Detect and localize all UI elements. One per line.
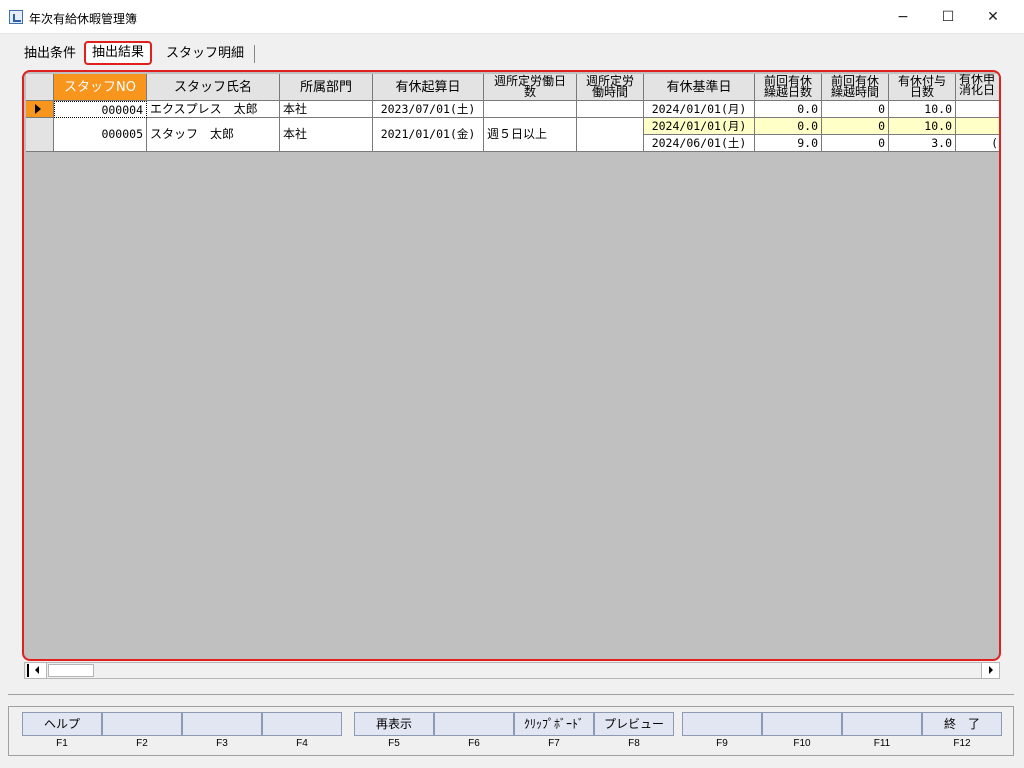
cell-grant-days[interactable]: 3.0	[889, 135, 956, 152]
f6-button[interactable]	[434, 712, 514, 736]
tab-extraction-results[interactable]: 抽出結果	[84, 41, 153, 65]
f9-button[interactable]	[682, 712, 762, 736]
column-header-carry-hours[interactable]: 前回有休 繰越時間	[822, 74, 889, 101]
cell-base-date[interactable]: 2024/06/01(土)	[644, 135, 755, 152]
f12-exit-button[interactable]: 終 了	[922, 712, 1002, 736]
function-key-bar: ヘルプ 再表示 ｸﾘｯﾌﾟﾎﾞｰﾄﾞ プレビュー 終 了	[22, 712, 1002, 736]
maximize-button[interactable]: ☐	[925, 0, 971, 34]
cell-base-date[interactable]: 2024/01/01(月)	[644, 101, 755, 118]
column-header-department[interactable]: 所属部門	[280, 74, 373, 101]
cell-carry-days[interactable]: 9.0	[755, 135, 822, 152]
f10-button[interactable]	[762, 712, 842, 736]
f1-help-button[interactable]: ヘルプ	[22, 712, 102, 736]
fkey-label: F3	[216, 738, 228, 749]
fkey-label: F4	[296, 738, 308, 749]
cell-base-date[interactable]: 2024/01/01(月)	[644, 118, 755, 135]
column-header-weekly-days[interactable]: 週所定労働日 数	[484, 74, 577, 101]
column-header-staff-no[interactable]: スタッフNO	[54, 74, 147, 101]
cell-weekly-days[interactable]: 週５日以上	[484, 118, 577, 152]
cell-staff-name[interactable]: エクスプレス 太郎	[147, 101, 280, 118]
cell-weekly-hours[interactable]	[577, 118, 644, 152]
minimize-button[interactable]: −	[880, 0, 926, 34]
cell-staff-no[interactable]: 000005	[54, 118, 147, 152]
cell-carry-days[interactable]: 0.0	[755, 118, 822, 135]
fkey-label: F11	[873, 738, 891, 749]
f4-button[interactable]	[262, 712, 342, 736]
tab-staff-details[interactable]: スタッフ明細	[166, 43, 244, 65]
column-header-line: 繰越時間	[830, 85, 879, 99]
cell-carry-hours[interactable]: 0	[822, 135, 889, 152]
fkey-label: F2	[136, 738, 148, 749]
row-header[interactable]	[26, 118, 54, 152]
divider	[8, 694, 1014, 695]
column-header-leave-start-date[interactable]: 有休起算日	[373, 74, 484, 101]
fkey-label: F7	[548, 738, 560, 749]
column-header-grant-days[interactable]: 有休付与 日数	[889, 74, 956, 101]
title-bar: 年次有給休暇管理簿 − ☐ ✕	[0, 0, 1024, 34]
cell-weekly-days[interactable]	[484, 101, 577, 118]
column-header-line: 数	[523, 85, 536, 99]
f8-preview-button[interactable]: プレビュー	[594, 712, 674, 736]
column-header-used-days[interactable]: 有休申 消化日	[956, 74, 999, 101]
fkey-label: F9	[716, 738, 728, 749]
current-row-arrow-icon	[35, 104, 41, 114]
scrollbar-thumb[interactable]	[48, 664, 94, 677]
close-button[interactable]: ✕	[970, 0, 1016, 34]
column-header-line: 日数	[909, 85, 934, 99]
fkey-label: F8	[628, 738, 640, 749]
window-title: 年次有給休暇管理簿	[29, 12, 138, 26]
cell-department[interactable]: 本社	[280, 118, 373, 152]
column-header-line: 繰越日数	[763, 85, 812, 99]
f5-refresh-button[interactable]: 再表示	[354, 712, 434, 736]
column-header-line: 働時間	[591, 85, 628, 99]
fkey-label: F6	[468, 738, 480, 749]
f7-clipboard-button[interactable]: ｸﾘｯﾌﾟﾎﾞｰﾄﾞ	[514, 712, 594, 736]
f11-button[interactable]	[842, 712, 922, 736]
column-header-weekly-hours[interactable]: 週所定労 働時間	[577, 74, 644, 101]
results-grid-panel: スタッフNO スタッフ氏名 所属部門 有休起算日 週所定労働日 数 週所定労 働…	[22, 70, 1001, 661]
cell-carry-hours[interactable]: 0	[822, 118, 889, 135]
f2-button[interactable]	[102, 712, 182, 736]
cell-used-days[interactable]	[956, 101, 999, 118]
tab-separator	[254, 45, 255, 63]
cell-staff-name[interactable]: スタッフ 太郎	[147, 118, 280, 152]
cell-carry-days[interactable]: 0.0	[755, 101, 822, 118]
horizontal-scrollbar[interactable]	[24, 662, 1000, 679]
fkey-label: F12	[953, 738, 971, 749]
scroll-left-arrow-icon[interactable]	[29, 663, 47, 678]
fkey-label: F1	[56, 738, 68, 749]
cell-grant-days[interactable]: 10.0	[889, 118, 956, 135]
cell-department[interactable]: 本社	[280, 101, 373, 118]
column-header-base-date[interactable]: 有休基準日	[644, 74, 755, 101]
scroll-right-arrow-icon[interactable]	[981, 663, 999, 678]
grid-corner	[26, 74, 54, 101]
cell-leave-start-date[interactable]: 2021/01/01(金)	[373, 118, 484, 152]
cell-leave-start-date[interactable]: 2023/07/01(土)	[373, 101, 484, 118]
fkey-label: F10	[793, 738, 811, 749]
cell-grant-days[interactable]: 10.0	[889, 101, 956, 118]
cell-carry-hours[interactable]: 0	[822, 101, 889, 118]
cell-used-days[interactable]	[956, 118, 999, 135]
f3-button[interactable]	[182, 712, 262, 736]
cell-staff-no[interactable]: 000004	[54, 101, 147, 118]
column-header-carry-days[interactable]: 前回有休 繰越日数	[755, 74, 822, 101]
cell-used-days[interactable]: (	[956, 135, 999, 152]
app-icon	[9, 10, 23, 24]
column-header-line: 消化日	[959, 83, 996, 97]
tab-extraction-conditions[interactable]: 抽出条件	[24, 43, 76, 65]
row-header-current[interactable]	[26, 101, 54, 118]
column-header-staff-name[interactable]: スタッフ氏名	[147, 74, 280, 101]
cell-weekly-hours[interactable]	[577, 101, 644, 118]
fkey-label: F5	[388, 738, 400, 749]
